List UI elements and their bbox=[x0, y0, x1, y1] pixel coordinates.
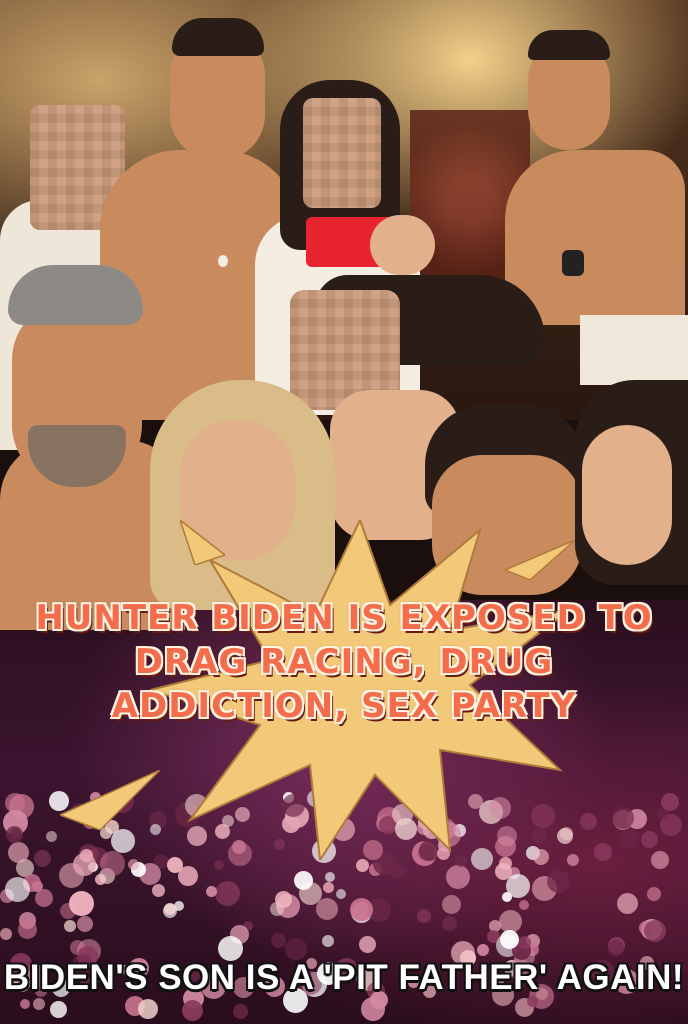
crowd-person bbox=[8, 842, 29, 863]
crowd-person bbox=[325, 872, 335, 882]
crowd-person bbox=[20, 999, 30, 1009]
crowd-person bbox=[617, 893, 638, 914]
necklace-pendant bbox=[218, 255, 228, 267]
man-right-pants bbox=[580, 315, 688, 385]
headline: HUNTER BIDEN IS EXPOSED TO DRAG RACING, … bbox=[35, 598, 653, 726]
crowd-person bbox=[152, 884, 165, 897]
crowd-person bbox=[64, 920, 76, 932]
crowd-person bbox=[417, 909, 431, 923]
crowd-person bbox=[233, 1004, 248, 1019]
crowd-person bbox=[356, 859, 369, 872]
crowd-person bbox=[5, 877, 30, 902]
crowd-person bbox=[6, 826, 23, 843]
crowd-person bbox=[285, 938, 307, 960]
crowd-person bbox=[500, 930, 519, 949]
subheadline: BIDEN'S SON IS A 'PIT FATHER' AGAIN! bbox=[3, 958, 685, 997]
woman-kiss-face bbox=[582, 425, 672, 565]
crowd-person bbox=[214, 860, 224, 870]
accent-spike-right-icon bbox=[505, 540, 575, 580]
crowd-person bbox=[442, 895, 461, 914]
crowd-person bbox=[620, 829, 640, 849]
crowd-person bbox=[506, 874, 530, 898]
crowd-person bbox=[336, 889, 346, 899]
crowd-person bbox=[206, 886, 217, 897]
crowd-person bbox=[50, 1001, 67, 1018]
crowd-person bbox=[477, 944, 489, 956]
man-right-torso bbox=[505, 150, 685, 325]
crowd-person bbox=[69, 891, 94, 916]
crowd-person bbox=[644, 920, 666, 942]
pixelated-face-center bbox=[303, 98, 381, 208]
crowd-person bbox=[651, 851, 669, 869]
crowd-person bbox=[594, 843, 612, 861]
accent-spike-top-icon bbox=[180, 520, 225, 565]
crowd-person bbox=[442, 916, 457, 931]
crowd-person bbox=[294, 871, 313, 890]
crowd-person bbox=[35, 889, 53, 907]
crowd-person bbox=[446, 865, 470, 889]
crowd-person bbox=[138, 999, 158, 1019]
crowd-person bbox=[18, 920, 37, 939]
crowd-person bbox=[182, 1000, 203, 1021]
crowd-person bbox=[46, 831, 57, 842]
crowd-person bbox=[518, 936, 531, 949]
man-center-hair bbox=[172, 18, 264, 56]
crowd-person bbox=[316, 898, 338, 920]
crowd-person bbox=[647, 887, 661, 901]
crowd-person bbox=[271, 933, 286, 948]
crowd-person bbox=[641, 831, 658, 848]
man-right-hair bbox=[528, 30, 610, 60]
crowd-person bbox=[612, 807, 634, 829]
crowd-person bbox=[215, 881, 240, 906]
crowd-person bbox=[580, 813, 597, 830]
crowd-person bbox=[275, 891, 292, 908]
crowd-person bbox=[0, 928, 12, 940]
crowd-person bbox=[164, 903, 176, 915]
crowd-person bbox=[128, 859, 139, 870]
accent-spike-left-icon bbox=[60, 770, 160, 830]
crowd-person bbox=[322, 935, 334, 947]
crowd-person bbox=[34, 850, 51, 867]
poster-collage: HUNTER BIDEN IS EXPOSED TO DRAG RACING, … bbox=[0, 0, 688, 1024]
crowd-person bbox=[608, 940, 624, 956]
woman-hand bbox=[370, 215, 435, 275]
crowd-person bbox=[661, 793, 679, 811]
crowd-person bbox=[100, 851, 125, 876]
crowd-person bbox=[359, 936, 376, 953]
crowd-person bbox=[350, 898, 373, 921]
crowd-person bbox=[77, 916, 93, 932]
crowd-person bbox=[519, 900, 529, 910]
gray-man-hair bbox=[8, 265, 143, 325]
watch-icon bbox=[562, 250, 584, 276]
crowd-person bbox=[547, 870, 570, 893]
crowd-person bbox=[33, 998, 45, 1010]
crowd-person bbox=[323, 882, 334, 893]
crowd-person bbox=[390, 864, 405, 879]
crowd-person bbox=[73, 853, 96, 876]
